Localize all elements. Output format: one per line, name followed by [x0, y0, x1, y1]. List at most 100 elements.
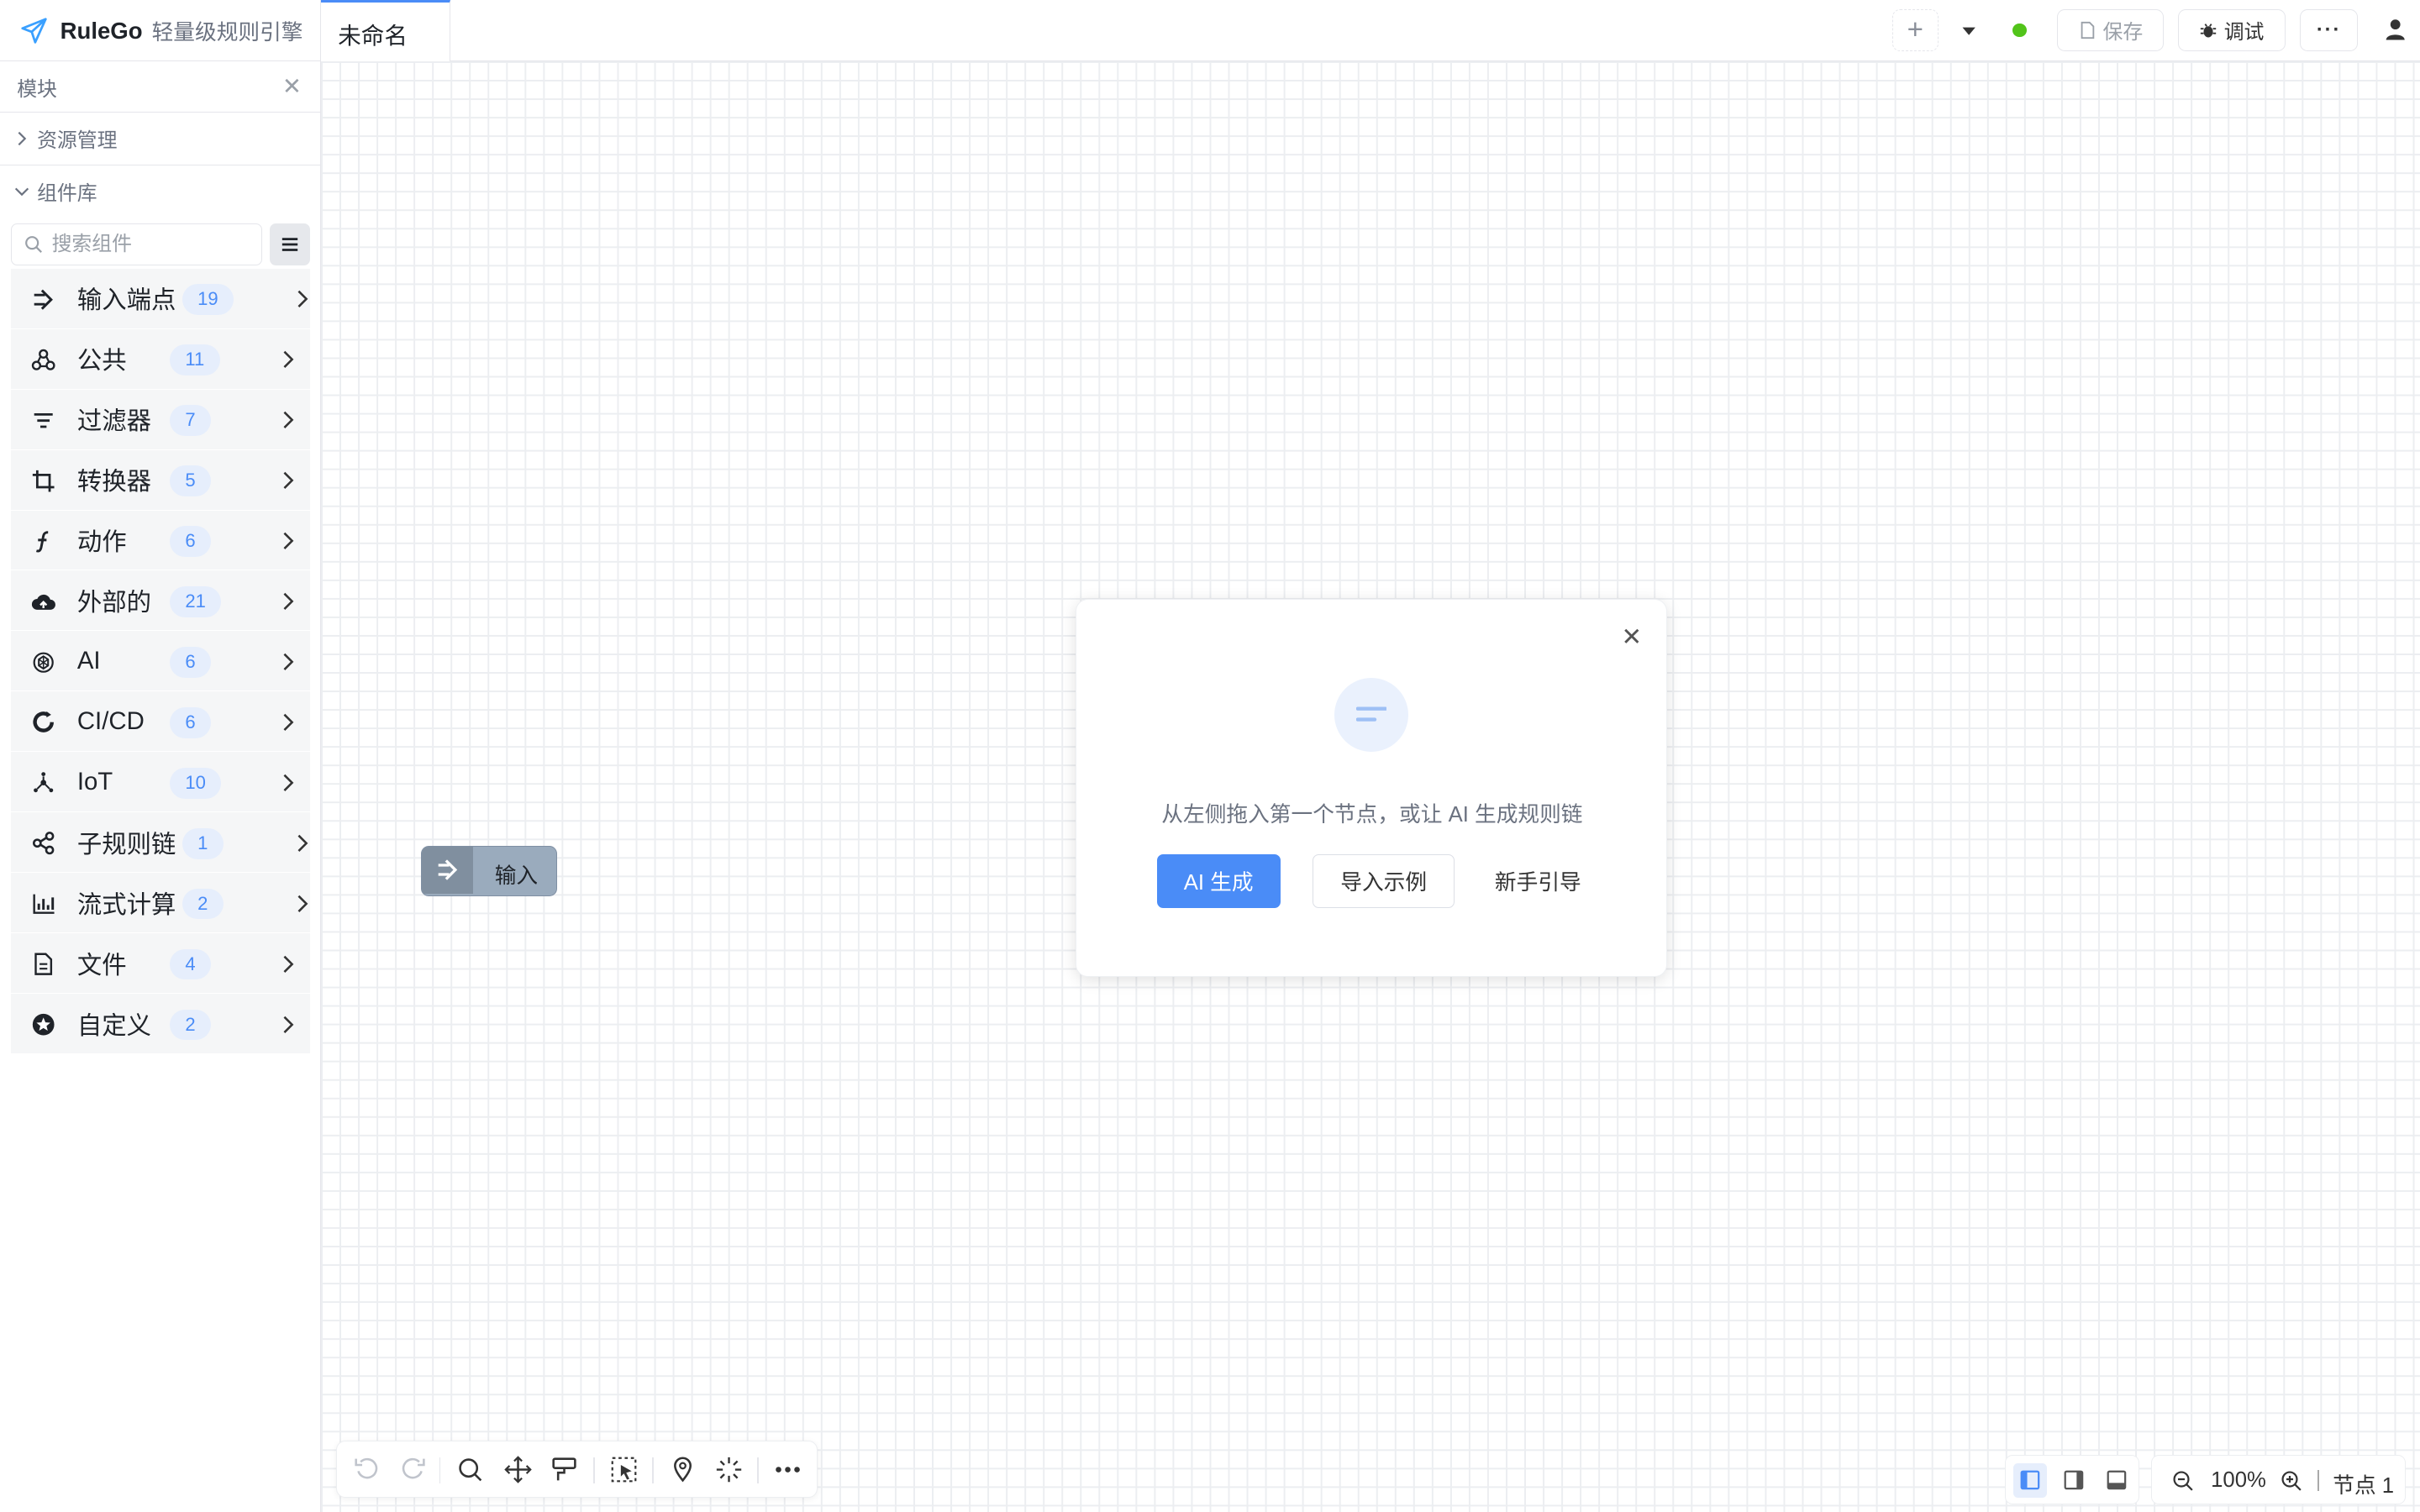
- category-count-badge: 2: [170, 1009, 211, 1041]
- dialog-close-icon[interactable]: ✕: [1622, 622, 1643, 652]
- filter-icon: [34, 412, 53, 428]
- category-label: 过滤器: [76, 407, 151, 436]
- category-item[interactable]: CI/CD 6: [10, 691, 311, 753]
- chevron-down-icon: [14, 187, 29, 196]
- category-item[interactable]: 外部的 21: [10, 570, 311, 632]
- file-icon: [34, 953, 52, 976]
- category-count-badge: 11: [170, 344, 220, 375]
- chevron-right-icon: [283, 412, 294, 429]
- category-label: CI/CD: [76, 706, 145, 735]
- category-item[interactable]: 动作 6: [10, 510, 311, 571]
- input-node[interactable]: 输入: [421, 845, 558, 897]
- transform-icon: [32, 470, 55, 492]
- format-painter-icon[interactable]: [550, 1456, 578, 1483]
- zoom-search-icon[interactable]: [456, 1456, 484, 1483]
- category-label: 自定义: [76, 1011, 151, 1040]
- toggle-right-panel-button[interactable]: [2056, 1463, 2090, 1497]
- undo-icon[interactable]: [353, 1456, 381, 1483]
- node-count: 节点 1: [2333, 1473, 2395, 1498]
- brand: RuleGo 轻量级规则引擎: [0, 0, 322, 62]
- search-icon: [24, 236, 42, 254]
- category-item[interactable]: 公共 11: [10, 328, 311, 390]
- category-item[interactable]: 流式计算 2: [10, 873, 311, 934]
- toggle-bottom-panel-button[interactable]: [2100, 1463, 2133, 1497]
- input-endpoint-icon: [34, 289, 53, 310]
- select-area-icon[interactable]: [610, 1456, 638, 1483]
- chevron-right-icon: [297, 291, 308, 308]
- chevron-right-icon: [283, 714, 294, 732]
- tab-untitled[interactable]: 未命名: [321, 0, 451, 62]
- close-icon[interactable]: ✕: [282, 73, 302, 100]
- bug-icon: [2201, 23, 2217, 38]
- search-input[interactable]: [51, 233, 237, 257]
- category-count-badge: 7: [170, 404, 211, 436]
- zoom-out-icon[interactable]: [2172, 1470, 2194, 1492]
- category-count-badge: 6: [170, 646, 211, 678]
- toggle-left-panel-button[interactable]: [2013, 1463, 2048, 1498]
- zoom-divider: [2317, 1469, 2319, 1492]
- debug-button[interactable]: 调试: [2177, 9, 2286, 51]
- zoom-in-icon[interactable]: [2281, 1470, 2302, 1492]
- chevron-right-icon: [297, 895, 308, 913]
- category-label: AI: [76, 646, 101, 675]
- ai-generate-button[interactable]: AI 生成: [1156, 853, 1281, 908]
- section-resources-label: 资源管理: [37, 129, 118, 153]
- category-item[interactable]: IoT 10: [10, 752, 311, 813]
- category-item[interactable]: 自定义 2: [10, 994, 311, 1055]
- chevron-right-icon: [283, 1016, 294, 1034]
- caret-down-icon: [1962, 27, 1976, 35]
- more-button[interactable]: ···: [2299, 9, 2359, 51]
- panel-bottom-icon: [2107, 1471, 2127, 1490]
- empty-state-icon: [1334, 678, 1409, 753]
- input-endpoint-icon: [438, 859, 458, 881]
- category-item[interactable]: AI 6: [10, 631, 311, 692]
- lines-icon: [1355, 706, 1387, 722]
- zoom-level: 100%: [2211, 1467, 2266, 1492]
- empty-state-dialog: ✕ 从左侧拖入第一个节点，或让 AI 生成规则链 AI 生成 导入示例 新手引导: [1076, 598, 1667, 977]
- category-list: 输入端点 19 公共 11 过滤器 7 转换器 5 动作 6 外部的 21 AI 6 CI/CD 6 IoT 10…: [10, 268, 311, 1055]
- sidebar: 模块 ✕ 资源管理 组件库 输入端点19公共11过滤器7转换器5动作6外部的21…: [0, 61, 322, 1512]
- panel-left-icon: [2020, 1471, 2040, 1490]
- file-icon: [2081, 21, 2095, 39]
- category-item[interactable]: 转换器 5: [10, 449, 311, 511]
- move-icon[interactable]: [504, 1456, 532, 1483]
- function-icon: [35, 530, 49, 553]
- chevron-right-icon: [283, 472, 294, 490]
- section-components[interactable]: 组件库: [0, 165, 320, 218]
- category-item[interactable]: 文件 4: [10, 933, 311, 995]
- more-horizontal-icon[interactable]: [774, 1456, 802, 1483]
- app-subtitle: 轻量级规则引擎: [151, 21, 303, 45]
- category-item[interactable]: 输入端点 19: [10, 268, 311, 329]
- category-count-badge: 6: [170, 706, 211, 738]
- category-label: 文件: [76, 951, 127, 979]
- auto-layout-icon[interactable]: [715, 1456, 743, 1483]
- category-count-badge: 6: [170, 525, 211, 557]
- section-resources[interactable]: 资源管理: [0, 113, 321, 165]
- save-label: 保存: [2102, 21, 2144, 45]
- star-icon: [32, 1014, 55, 1036]
- app-root: RuleGo 轻量级规则引擎 未命名 + 保存 调试 ··· 模块 ✕ 资源管理: [0, 0, 2420, 1512]
- category-count-badge: 4: [170, 948, 211, 980]
- paper-plane-icon: [21, 18, 47, 44]
- sidebar-header: 模块 ✕: [0, 61, 321, 113]
- import-example-button[interactable]: 导入示例: [1313, 853, 1455, 908]
- redo-icon[interactable]: [399, 1456, 427, 1483]
- category-label: 公共: [76, 347, 127, 375]
- dropdown-button[interactable]: [1954, 15, 1985, 47]
- save-button[interactable]: 保存: [2057, 9, 2165, 51]
- chevron-right-icon: [283, 654, 294, 671]
- filter-toggle-button[interactable]: [270, 223, 311, 265]
- category-count-badge: 1: [182, 827, 224, 859]
- category-item[interactable]: 过滤器 7: [10, 389, 311, 450]
- category-label: IoT: [76, 767, 113, 795]
- category-label: 流式计算: [76, 890, 176, 919]
- beginner-guide-button[interactable]: 新手引导: [1481, 854, 1595, 908]
- canvas-toolbar: [336, 1441, 818, 1499]
- category-item[interactable]: 子规则链 1: [10, 812, 311, 874]
- category-label: 外部的: [76, 588, 151, 617]
- add-tab-button[interactable]: +: [1891, 9, 1939, 51]
- locate-icon[interactable]: [669, 1456, 697, 1483]
- user-icon[interactable]: [2383, 17, 2407, 41]
- category-count-badge: 2: [182, 888, 224, 920]
- category-label: 动作: [76, 528, 127, 556]
